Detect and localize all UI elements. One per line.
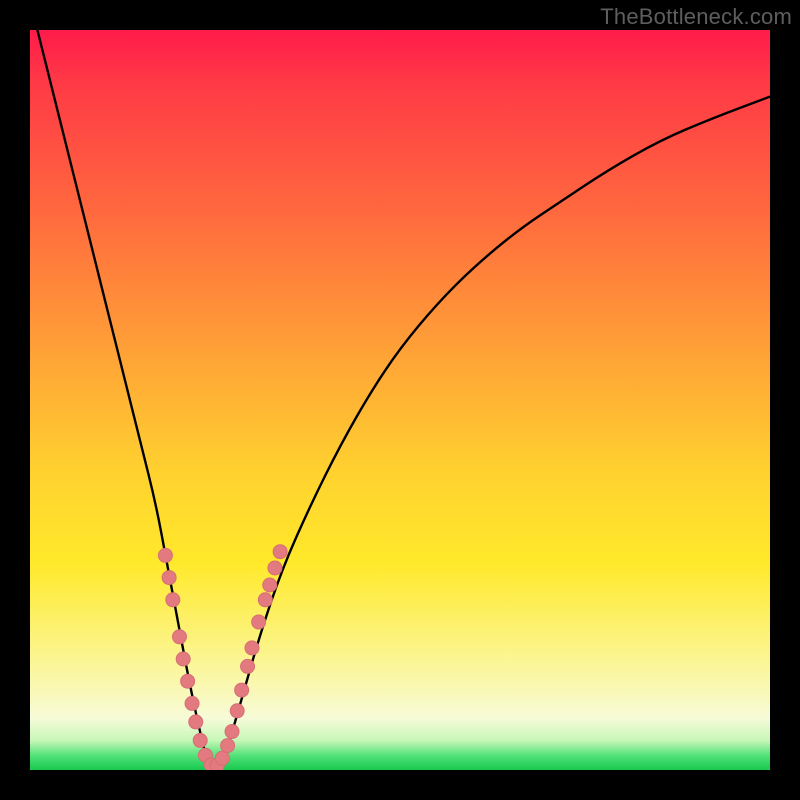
curve-markers xyxy=(158,545,287,770)
curve-marker xyxy=(193,733,207,747)
chart-svg xyxy=(30,30,770,770)
curve-marker xyxy=(172,630,186,644)
curve-marker xyxy=(162,571,176,585)
chart-frame: TheBottleneck.com xyxy=(0,0,800,800)
bottleneck-curve xyxy=(37,30,770,768)
curve-marker xyxy=(235,683,249,697)
plot-area xyxy=(30,30,770,770)
curve-marker xyxy=(189,715,203,729)
curve-marker xyxy=(225,725,239,739)
curve-marker xyxy=(245,641,259,655)
curve-marker xyxy=(268,561,282,575)
curve-marker xyxy=(252,615,266,629)
curve-marker xyxy=(181,674,195,688)
watermark-text: TheBottleneck.com xyxy=(600,4,792,30)
curve-marker xyxy=(221,739,235,753)
curve-marker xyxy=(263,578,277,592)
curve-marker xyxy=(230,704,244,718)
curve-marker xyxy=(185,696,199,710)
curve-marker xyxy=(176,652,190,666)
curve-marker xyxy=(158,548,172,562)
curve-marker xyxy=(166,593,180,607)
curve-marker xyxy=(215,751,229,765)
curve-marker xyxy=(241,659,255,673)
curve-marker xyxy=(273,545,287,559)
curve-marker xyxy=(258,593,272,607)
